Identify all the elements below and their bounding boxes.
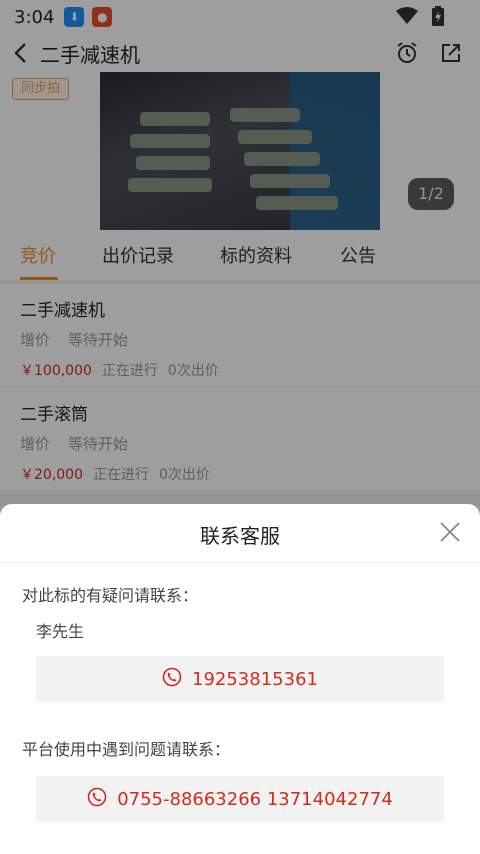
- call-platform-button[interactable]: 0755-88663266 13714042774: [36, 776, 444, 822]
- lot-question-label: 对此标的有疑问请联系：: [22, 586, 199, 605]
- divider: [0, 562, 480, 563]
- call-contact-button[interactable]: 19253815361: [36, 656, 444, 702]
- platform-question-label: 平台使用中遇到问题请联系：: [22, 740, 231, 759]
- phone-icon: [162, 667, 182, 692]
- contact-name: 李先生: [36, 622, 85, 641]
- close-icon[interactable]: [438, 520, 462, 544]
- contact-phone: 19253815361: [192, 668, 318, 690]
- sheet-title: 联系客服: [200, 524, 280, 548]
- phone-icon: [87, 787, 107, 812]
- platform-phones: 0755-88663266 13714042774: [117, 788, 393, 810]
- contact-support-sheet: 联系客服 对此标的有疑问请联系： 李先生 19253815361 平台使用中遇到…: [0, 504, 480, 854]
